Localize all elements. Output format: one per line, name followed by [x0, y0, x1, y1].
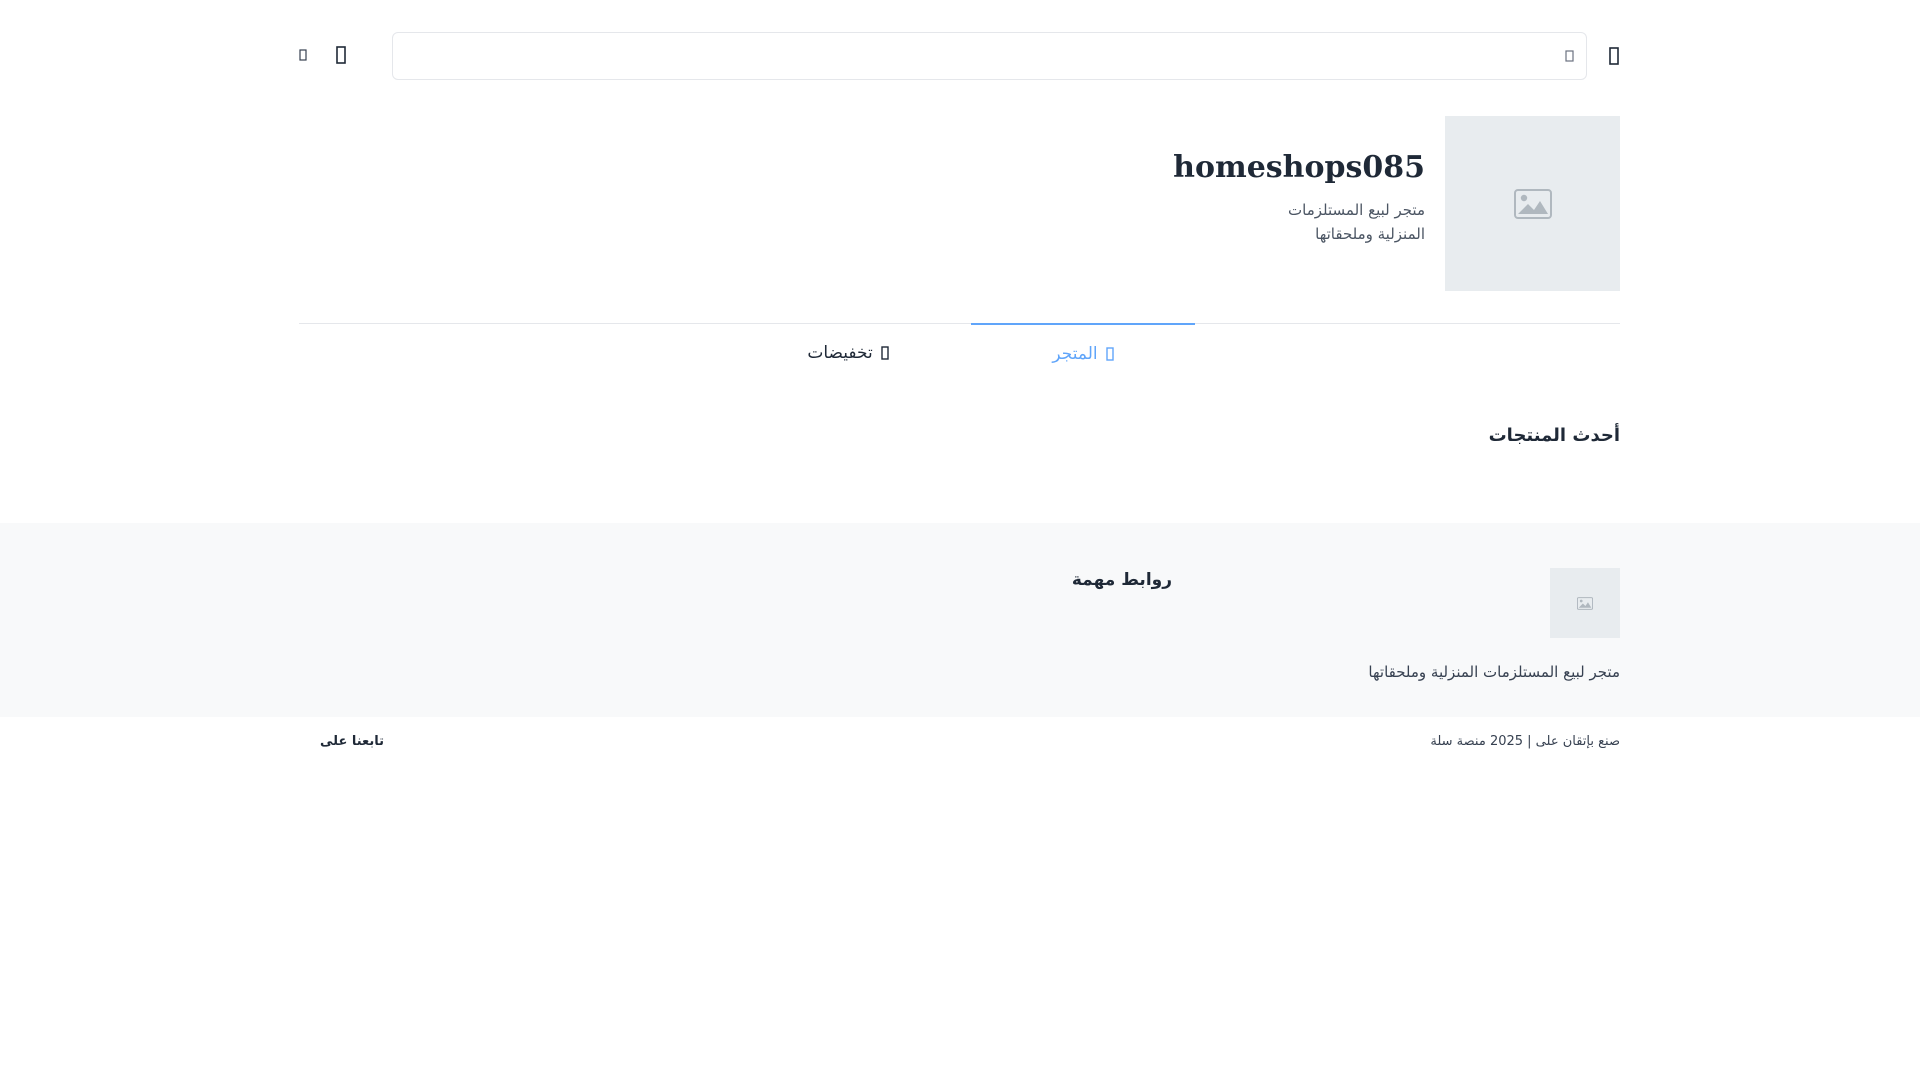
- user-icon: [336, 46, 346, 64]
- store-name: homeshops085: [1173, 150, 1425, 185]
- discount-icon: [880, 346, 889, 360]
- search-input[interactable]: [405, 39, 1525, 73]
- bottom-bar: صنع بإتقان على | 2025 منصة سلة تابعنا عل…: [0, 717, 1920, 769]
- store-description: متجر لبيع المستلزمات المنزلية وملحقاتها: [1288, 201, 1425, 243]
- tab-store-label: المتجر: [1052, 344, 1098, 364]
- tab-discounts-label: تخفيضات: [807, 343, 873, 363]
- image-placeholder-icon: [1577, 596, 1593, 610]
- menu-button[interactable]: [1604, 42, 1624, 70]
- footer-description: متجر لبيع المستلزمات المنزلية وملحقاتها: [1368, 663, 1620, 681]
- search-icon[interactable]: [1563, 49, 1577, 63]
- tab-discounts[interactable]: تخفيضات: [736, 323, 960, 383]
- footer-links-title: روابط مهمة: [1071, 570, 1172, 590]
- search-box: [392, 32, 1587, 80]
- image-placeholder-icon: [1513, 188, 1552, 219]
- header: [0, 0, 1920, 112]
- cart-icon: [299, 49, 307, 61]
- store-icon: [1105, 347, 1114, 361]
- menu-icon: [1609, 47, 1619, 65]
- copyright-text: صنع بإتقان على | 2025 منصة سلة: [1430, 734, 1620, 749]
- follow-us-label: تابعنا على: [320, 734, 385, 749]
- footer-logo: [1550, 568, 1620, 638]
- cart-button[interactable]: [296, 47, 310, 63]
- latest-products-title: أحدث المنتجات: [1488, 425, 1620, 446]
- tab-store[interactable]: المتجر: [971, 323, 1195, 383]
- footer: متجر لبيع المستلزمات المنزلية وملحقاتها …: [0, 523, 1920, 717]
- user-account-button[interactable]: [333, 44, 349, 66]
- store-logo: [1445, 116, 1620, 291]
